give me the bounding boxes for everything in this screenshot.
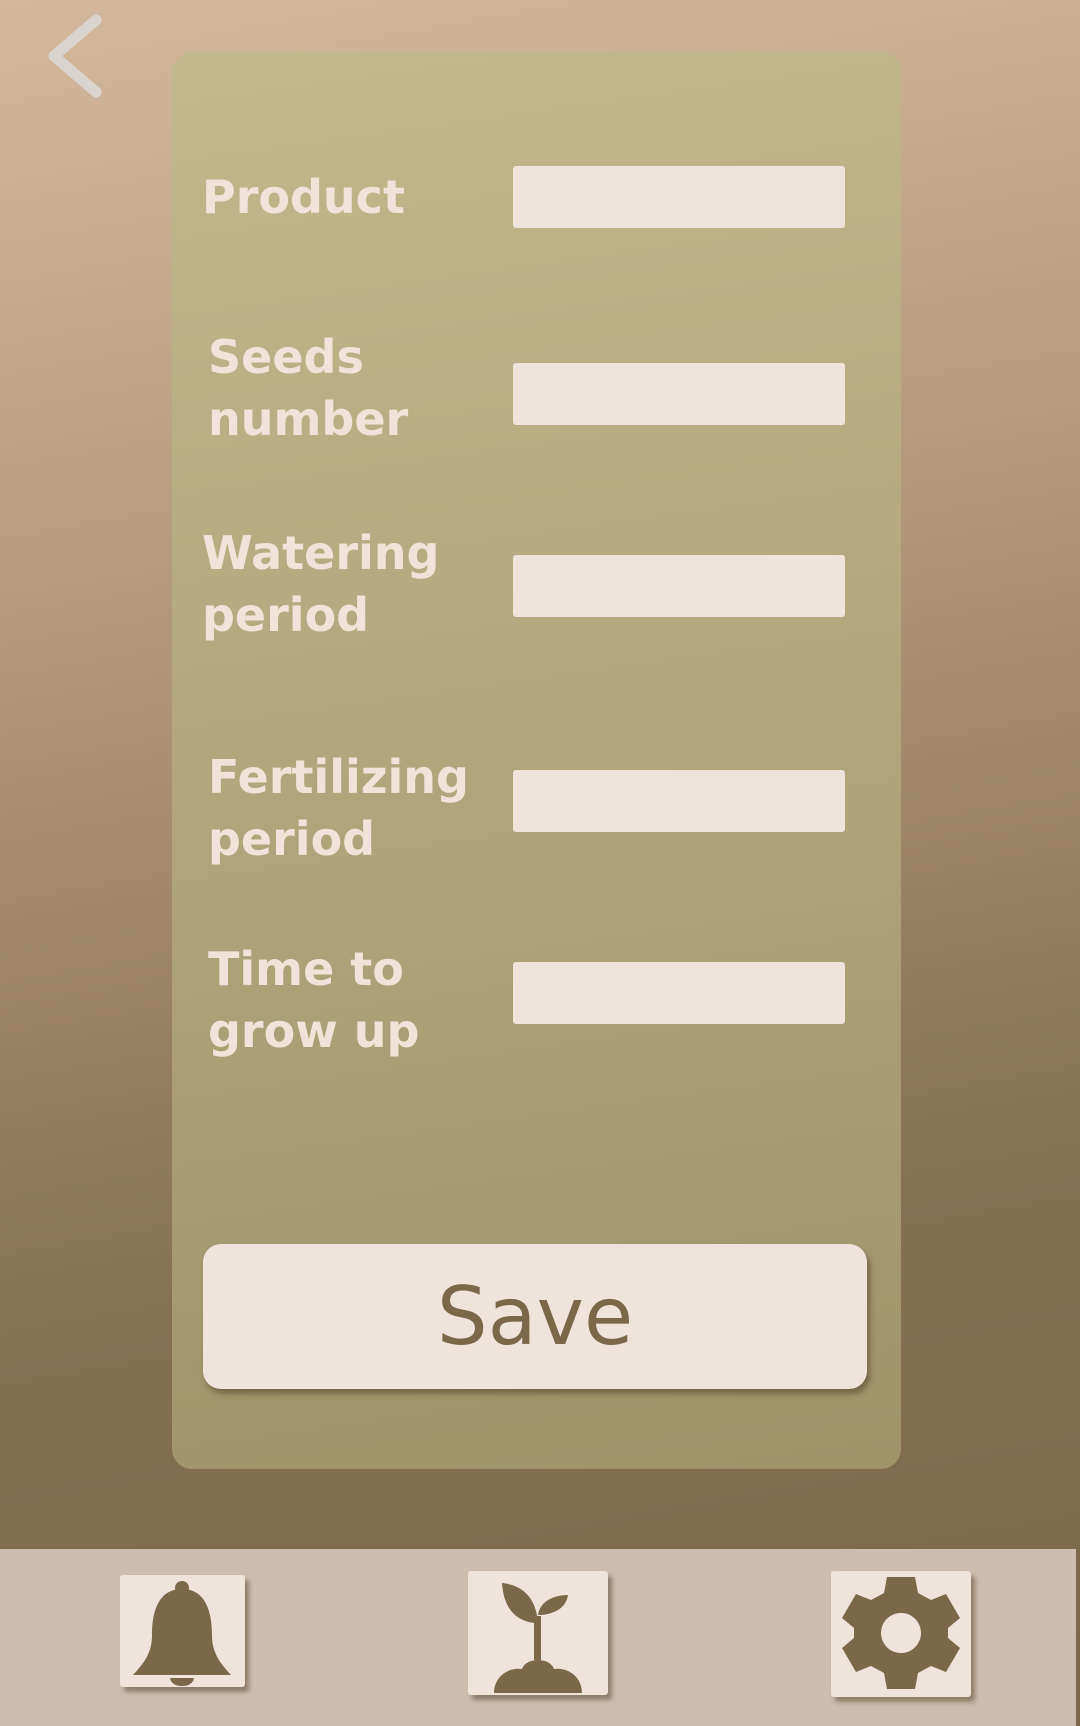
back-button[interactable]	[44, 10, 114, 102]
chevron-left-icon	[48, 14, 102, 98]
time-to-grow-input[interactable]	[513, 962, 845, 1024]
plants-button[interactable]	[468, 1571, 608, 1695]
notifications-button[interactable]	[120, 1575, 245, 1687]
fertilizing-period-label: Fertilizing period	[208, 750, 469, 866]
watering-period-label: Watering period	[202, 526, 440, 642]
product-label: Product	[202, 170, 405, 224]
product-input[interactable]	[513, 166, 845, 228]
watering-period-input[interactable]	[513, 555, 845, 617]
seeds-number-label: Seeds number	[208, 330, 409, 446]
settings-button[interactable]	[831, 1571, 971, 1697]
time-to-grow-label: Time to grow up	[208, 942, 420, 1058]
bell-icon	[133, 1581, 231, 1686]
seeds-number-input[interactable]	[513, 363, 845, 425]
save-button[interactable]: Save	[203, 1244, 867, 1389]
sprout-icon	[494, 1583, 582, 1693]
plant-form: Product Seeds number Watering period Fer…	[172, 52, 901, 1469]
fertilizing-period-input[interactable]	[513, 770, 845, 832]
bottom-navigation	[0, 1549, 1076, 1726]
gear-icon	[842, 1577, 960, 1689]
